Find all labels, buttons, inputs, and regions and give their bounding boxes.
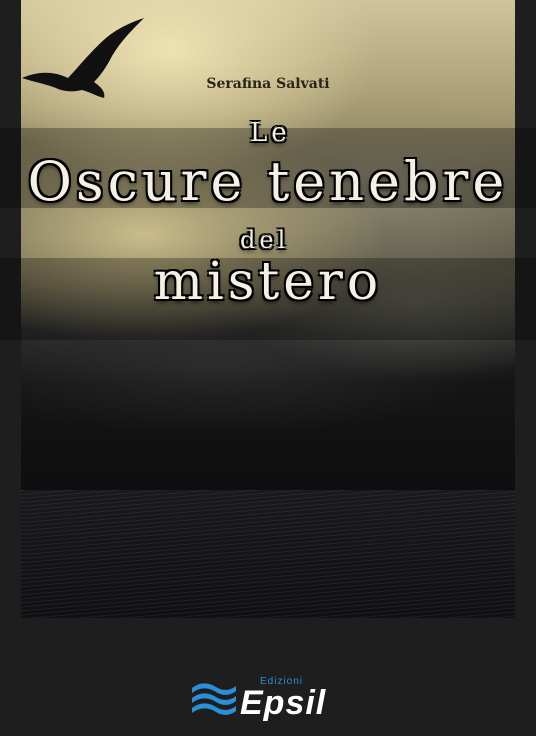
- storm-clouds: [21, 330, 515, 500]
- title-line-1: Le: [250, 118, 291, 148]
- sea-surface: [21, 490, 515, 618]
- waves-logo-icon: [192, 683, 236, 715]
- publisher-logo: Edizioni Epsil: [190, 674, 350, 722]
- title-line-3: del: [240, 226, 290, 254]
- publisher-name: Epsil: [240, 684, 327, 722]
- title-line-4: mistero: [153, 252, 383, 312]
- title-line-2: Oscure tenebre: [27, 150, 509, 213]
- author-name: Serafina Salvati: [206, 76, 330, 92]
